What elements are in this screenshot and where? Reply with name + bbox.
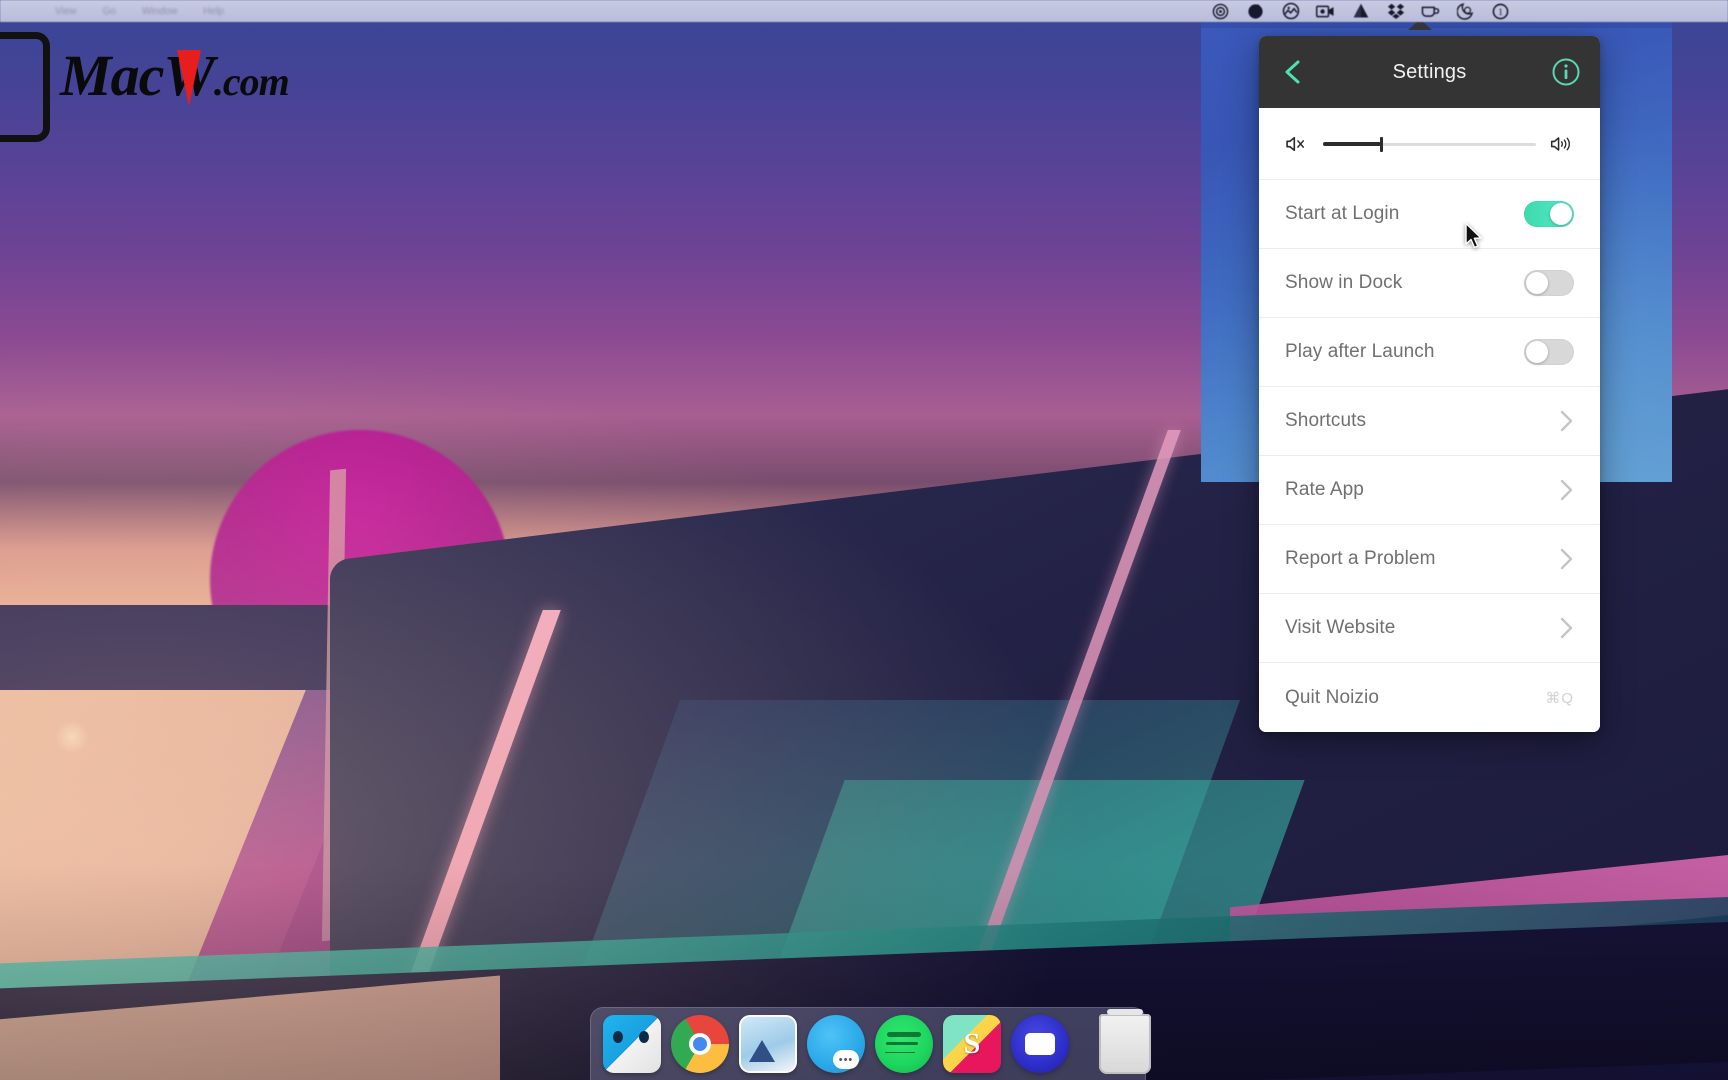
menu-item-view[interactable]: View <box>55 6 77 17</box>
settings-row-shortcuts[interactable]: Shortcuts <box>1259 387 1600 456</box>
toggle-show-in-dock[interactable] <box>1524 270 1574 296</box>
dock-icon-chrome[interactable] <box>671 1015 729 1073</box>
toggle-knob <box>1550 203 1572 225</box>
slider-thumb[interactable] <box>1379 136 1383 152</box>
noizio-icon[interactable] <box>1281 2 1300 20</box>
google-drive-icon[interactable] <box>1351 3 1370 20</box>
dock-icon-preview[interactable] <box>739 1015 797 1073</box>
toggle-start-at-login[interactable] <box>1524 201 1574 227</box>
row-label: Play after Launch <box>1285 341 1435 362</box>
volume-slider[interactable] <box>1323 135 1536 153</box>
background-window-titlebar <box>1201 22 1672 28</box>
info-button[interactable] <box>1549 55 1583 89</box>
row-label: Visit Website <box>1285 617 1396 638</box>
speaker-mute-icon[interactable] <box>1285 134 1309 154</box>
wallpaper-glow-dot <box>55 720 89 754</box>
dock-icon-trash[interactable] <box>1099 1009 1151 1074</box>
settings-row-rate-app[interactable]: Rate App <box>1259 456 1600 525</box>
row-label: Quit Noizio <box>1285 686 1380 708</box>
noizio-settings-popover: Settings Start at Login Show in Dock Pla… <box>1259 36 1600 732</box>
row-control[interactable] <box>1524 270 1574 296</box>
settings-row-play-after-launch[interactable]: Play after Launch <box>1259 318 1600 387</box>
chevron-left-icon <box>1285 60 1300 84</box>
slider-fill <box>1323 141 1381 146</box>
toggle-play-after-launch[interactable] <box>1524 339 1574 365</box>
row-label: Show in Dock <box>1285 272 1403 293</box>
info-circle-icon[interactable]: 1 <box>1491 3 1510 20</box>
settings-row-quit-noizio[interactable]: Quit Noizio ⌘Q <box>1259 663 1600 732</box>
dock-icon-messages[interactable] <box>807 1015 865 1073</box>
settings-row-show-in-dock[interactable]: Show in Dock <box>1259 249 1600 318</box>
popover-header: Settings <box>1259 36 1600 108</box>
chevron-right-icon <box>1559 478 1574 502</box>
row-control[interactable] <box>1524 201 1574 227</box>
macos-menu-bar[interactable]: View Go Window Help 1 <box>0 0 1728 22</box>
target-spiral-icon[interactable] <box>1211 3 1230 20</box>
dropbox-icon[interactable] <box>1386 3 1405 20</box>
toggle-knob <box>1526 341 1548 363</box>
macos-dock[interactable] <box>590 1007 1151 1080</box>
dock-icon-spotify[interactable] <box>875 1015 933 1073</box>
toggle-knob <box>1526 272 1548 294</box>
chevron-right-icon <box>1559 547 1574 571</box>
chevron-right-icon <box>1559 616 1574 640</box>
dock-icon-sketch[interactable] <box>943 1015 1001 1073</box>
video-camera-icon[interactable] <box>1316 3 1335 20</box>
dock-icon-photobooth[interactable] <box>1011 1015 1069 1073</box>
svg-text:1: 1 <box>1498 7 1503 17</box>
settings-row-start-at-login[interactable]: Start at Login <box>1259 180 1600 249</box>
coffee-cup-icon[interactable] <box>1421 3 1440 20</box>
row-label: Start at Login <box>1285 203 1400 224</box>
row-label: Rate App <box>1285 479 1364 500</box>
settings-row-report-a-problem[interactable]: Report a Problem <box>1259 525 1600 594</box>
moon-dark-circle-icon[interactable] <box>1246 3 1265 20</box>
quit-shortcut-hint: ⌘Q <box>1545 689 1574 707</box>
speaker-max-icon[interactable] <box>1550 134 1574 154</box>
row-control[interactable] <box>1524 339 1574 365</box>
info-circle-outline-icon <box>1552 58 1580 86</box>
menu-bar-left-items[interactable]: View Go Window Help <box>0 6 224 17</box>
row-label: Shortcuts <box>1285 410 1367 431</box>
dock-icon-finder[interactable] <box>603 1015 661 1073</box>
chevron-right-icon <box>1559 409 1574 433</box>
row-label: Report a Problem <box>1285 548 1436 569</box>
volume-slider-row[interactable] <box>1259 108 1600 180</box>
menu-item-help[interactable]: Help <box>203 6 224 17</box>
menu-item-window[interactable]: Window <box>142 6 178 17</box>
settings-row-visit-website[interactable]: Visit Website <box>1259 594 1600 663</box>
back-button[interactable] <box>1276 55 1310 89</box>
menu-item-go[interactable]: Go <box>103 6 116 17</box>
menu-bar-status-items[interactable]: 1 <box>1211 2 1728 20</box>
crescent-moon-icon[interactable] <box>1456 3 1475 20</box>
